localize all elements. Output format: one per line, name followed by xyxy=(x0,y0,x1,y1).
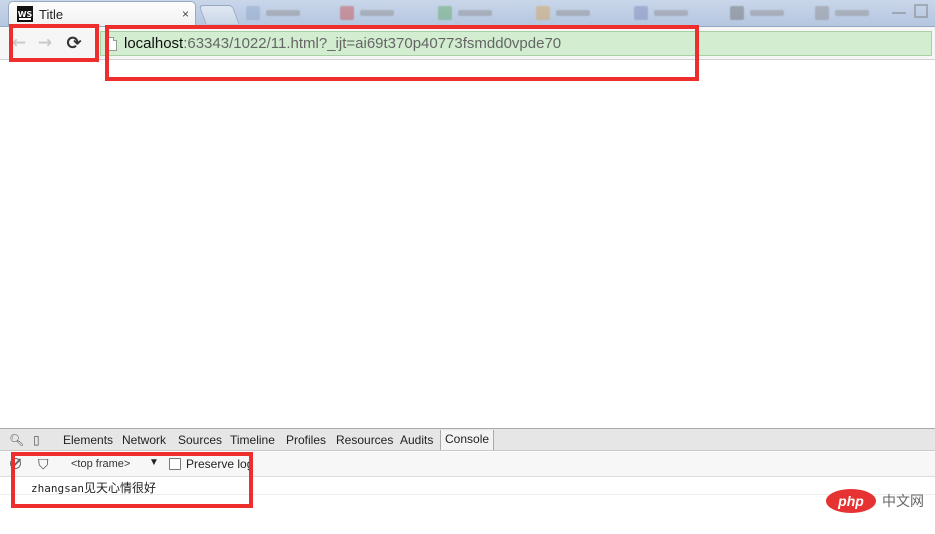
blurred-tab xyxy=(815,4,869,22)
blurred-tab xyxy=(536,4,590,22)
blurred-tab xyxy=(246,4,300,22)
clear-console-icon[interactable] xyxy=(10,458,21,469)
tab-network[interactable]: Network xyxy=(122,433,166,447)
watermark: php 中文网 xyxy=(826,489,924,513)
tab-strip: WS Title × xyxy=(0,0,935,27)
tab-timeline[interactable]: Timeline xyxy=(230,433,275,447)
tab-console[interactable]: Console xyxy=(440,430,495,450)
filter-icon[interactable]: ⛉ xyxy=(38,456,49,473)
watermark-text: 中文网 xyxy=(882,493,924,509)
blurred-tab xyxy=(634,4,688,22)
tab-sources[interactable]: Sources xyxy=(178,433,222,447)
message-prefix: zhangsan xyxy=(31,482,84,495)
devtools-tab-bar: 🔍︎ ▯ Elements Network Sources Timeline P… xyxy=(0,428,935,451)
page-icon xyxy=(106,36,117,51)
search-icon[interactable]: 🔍︎ xyxy=(9,433,24,447)
preserve-log-label: Preserve log xyxy=(186,457,254,471)
back-button[interactable]: ← xyxy=(8,32,30,54)
blurred-tab xyxy=(730,4,784,22)
tab-elements[interactable]: Elements xyxy=(63,433,113,447)
url-text: localhost:63343/1022/11.html?_ijt=ai69t3… xyxy=(124,35,561,52)
preserve-log-checkbox[interactable]: Preserve log xyxy=(169,457,253,471)
console-message: zhangsan见天心情很好 xyxy=(0,476,935,495)
php-logo-icon: php xyxy=(826,489,876,513)
blurred-tab xyxy=(340,4,394,22)
forward-button[interactable]: → xyxy=(34,32,56,54)
checkbox-icon[interactable] xyxy=(169,458,181,470)
tab-title: Title xyxy=(39,6,64,22)
maximize-icon[interactable] xyxy=(914,4,928,18)
tab-profiles[interactable]: Profiles xyxy=(286,433,326,447)
address-bar[interactable]: localhost:63343/1022/11.html?_ijt=ai69t3… xyxy=(100,31,932,56)
frame-selector[interactable]: <top frame> xyxy=(71,458,130,470)
blurred-tab xyxy=(438,4,492,22)
minimize-icon[interactable] xyxy=(892,12,906,14)
tab-audits[interactable]: Audits xyxy=(400,433,433,447)
new-tab-button[interactable] xyxy=(198,5,240,24)
reload-button[interactable]: ⟳ xyxy=(63,32,85,54)
url-host: localhost xyxy=(124,35,184,52)
dropdown-arrow-icon[interactable]: ▼ xyxy=(149,457,159,468)
console-toolbar: ⛉ <top frame> ▼ Preserve log xyxy=(0,452,935,477)
tab-close-icon[interactable]: × xyxy=(182,7,189,21)
browser-tab[interactable]: WS Title × xyxy=(8,1,196,26)
url-path: :63343/1022/11.html?_ijt=ai69t370p40773f… xyxy=(183,35,562,52)
message-content: 见天心情很好 xyxy=(83,481,156,495)
mobile-icon[interactable]: ▯ xyxy=(33,433,40,447)
console-message-text: zhangsan见天心情很好 xyxy=(31,479,156,496)
tab-resources[interactable]: Resources xyxy=(336,433,393,447)
webstorm-favicon-icon: WS xyxy=(17,6,33,22)
